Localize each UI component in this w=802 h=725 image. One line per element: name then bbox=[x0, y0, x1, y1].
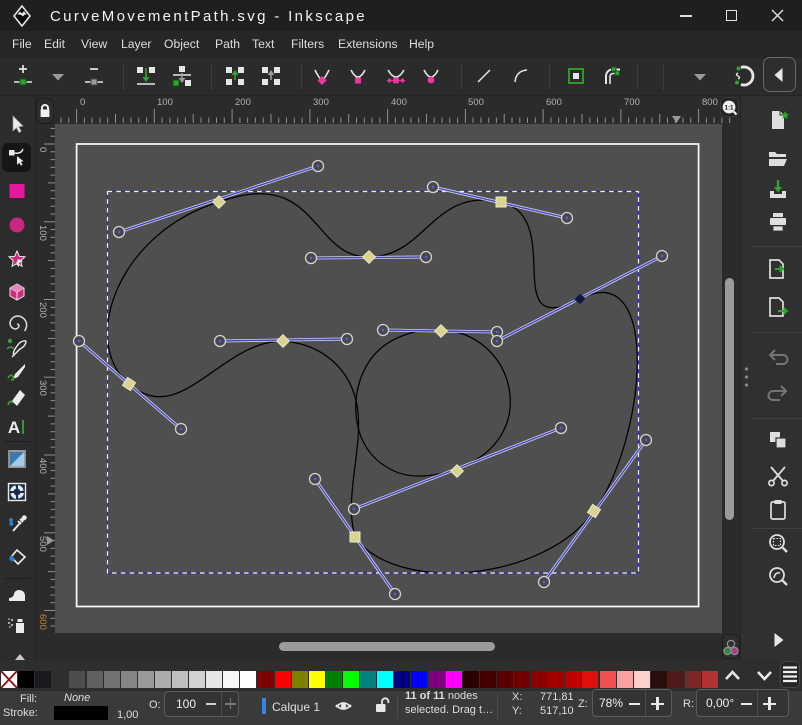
svg-text:A: A bbox=[8, 418, 20, 437]
svg-text:1:1: 1:1 bbox=[725, 104, 735, 111]
